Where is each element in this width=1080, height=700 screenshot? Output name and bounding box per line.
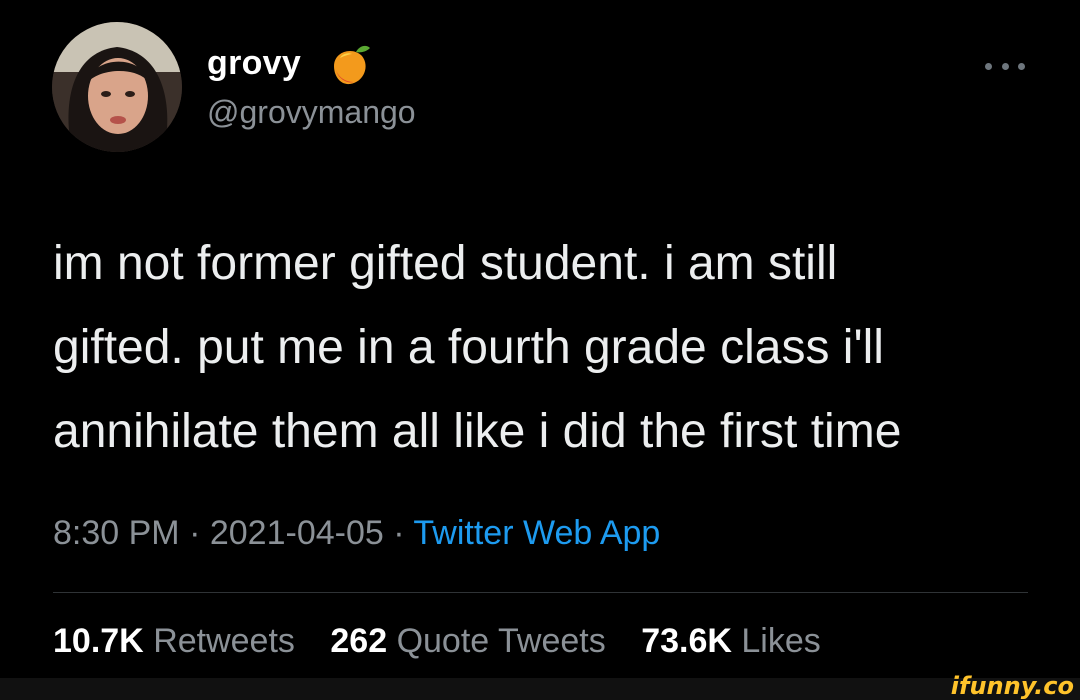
more-dot — [1001, 62, 1009, 70]
ifunny-watermark: ifunny.co — [950, 672, 1074, 700]
watermark-bar — [0, 678, 1080, 700]
tweet-text-line: annihilate them all like i did the first… — [53, 405, 902, 458]
retweets-count: 10.7K — [53, 622, 144, 660]
more-dot — [1018, 62, 1025, 70]
tweet-text-line: im not former gifted student. i am still — [53, 237, 838, 290]
mango-emoji-icon — [326, 42, 372, 88]
tweet-date[interactable]: 2021-04-05 — [210, 514, 384, 552]
retweets-stat[interactable]: 10.7K Retweets — [53, 622, 304, 660]
divider — [53, 592, 1028, 593]
meta-separator: · — [189, 514, 201, 552]
tweet-meta: 8:30 PM · 2021-04-05 · Twitter Web App — [53, 514, 660, 553]
likes-count: 73.6K — [641, 622, 732, 660]
likes-label: Likes — [741, 622, 821, 660]
more-dot — [985, 62, 992, 70]
tweet-text-line: gifted. put me in a fourth grade class i… — [53, 321, 884, 374]
avatar[interactable] — [52, 22, 182, 152]
display-name[interactable]: grovy — [207, 44, 301, 83]
tweet-time[interactable]: 8:30 PM — [53, 514, 180, 552]
tweet-text: im not former gifted student. i am still… — [53, 222, 1053, 474]
retweets-label: Retweets — [153, 622, 295, 660]
user-handle[interactable]: @grovymango — [207, 94, 416, 131]
tweet-source-link[interactable]: Twitter Web App — [413, 514, 660, 552]
meta-separator: · — [393, 514, 405, 552]
likes-stat[interactable]: 73.6K Likes — [641, 622, 821, 660]
more-icon[interactable] — [985, 60, 1025, 72]
quote-tweets-count: 262 — [330, 622, 388, 660]
tweet-stats: 10.7K Retweets 262 Quote Tweets 73.6K Li… — [53, 622, 847, 661]
quote-tweets-stat[interactable]: 262 Quote Tweets — [330, 622, 615, 660]
quote-tweets-label: Quote Tweets — [396, 622, 606, 660]
